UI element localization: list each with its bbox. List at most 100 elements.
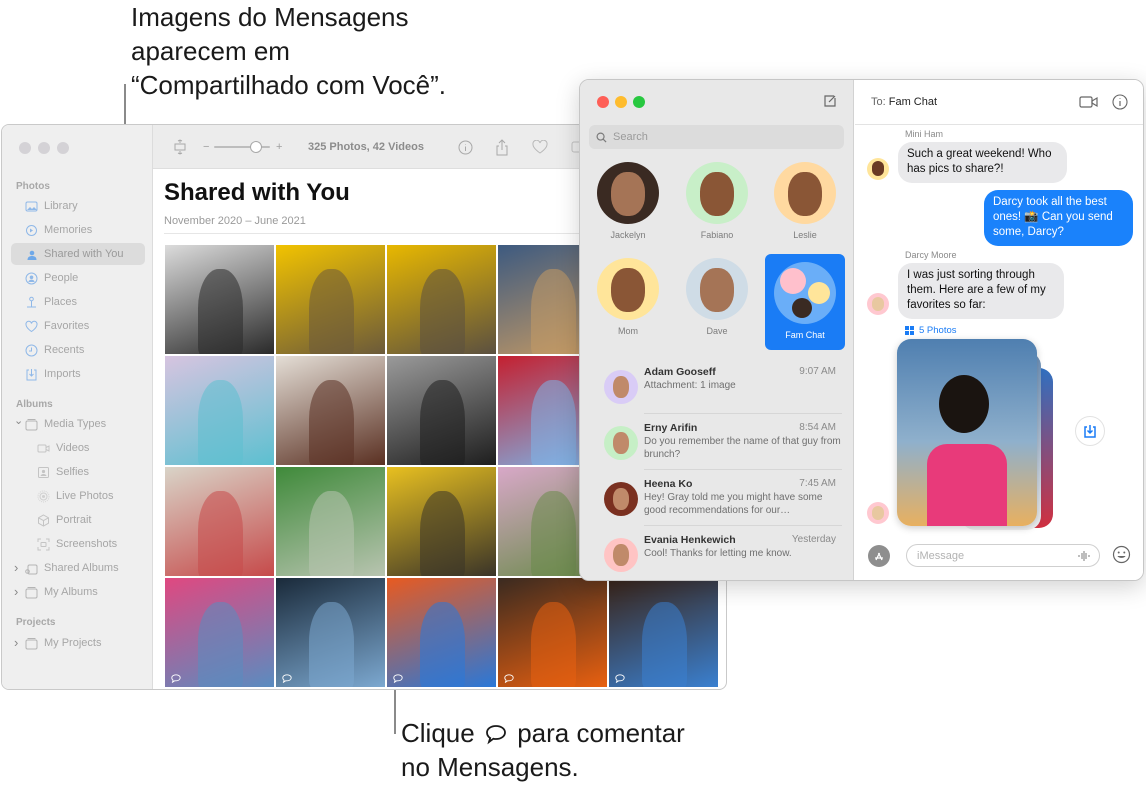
sidebar-item-my-projects[interactable]: › My Projects: [11, 632, 145, 654]
photo-subject-shape: [419, 379, 466, 465]
details-button[interactable]: [1112, 94, 1128, 115]
chevron-down-icon[interactable]: ⌄: [14, 414, 23, 427]
sidebar-item-label: Screenshots: [56, 538, 118, 550]
photo-tile-bw-woman-curls[interactable]: [387, 356, 496, 465]
photo-tile-family-beach[interactable]: [276, 578, 385, 687]
favorite-button[interactable]: [532, 125, 548, 169]
shared-with-you-icon-wrap: [24, 247, 38, 261]
photo-tile-yellow-bowl[interactable]: [387, 467, 496, 576]
photo-tile-bw-silhouette[interactable]: [165, 245, 274, 354]
sidebar-item-memories[interactable]: Memories: [11, 219, 145, 241]
info-icon: [1112, 94, 1128, 110]
photo-tile-man-orange-umbrella[interactable]: [498, 578, 607, 687]
pinned-conversation-dave[interactable]: Dave: [678, 258, 756, 336]
search-placeholder: Search: [613, 131, 648, 143]
callout-words-para-comentar: para comentar: [517, 718, 685, 748]
sidebar-item-library[interactable]: Library: [11, 195, 145, 217]
chevron-right-icon[interactable]: ›: [14, 635, 18, 650]
photo-tile-fruit-bowl[interactable]: [276, 356, 385, 465]
conversation-row[interactable]: Heena Ko 7:45 AM Hey! Gray told me you mig…: [594, 470, 842, 526]
photo-subject-shape: [308, 268, 355, 354]
pinned-conversation-mom[interactable]: Mom: [589, 258, 667, 336]
info-button[interactable]: [458, 125, 473, 169]
conversation-row[interactable]: Adam Gooseff 9:07 AM Attachment: 1 image: [594, 358, 842, 414]
photo-subject-shape: [197, 379, 244, 465]
photo-stack-front[interactable]: [897, 339, 1037, 526]
sidebar-item-shared-with-you[interactable]: Shared with You: [11, 243, 145, 265]
sidebar-item-videos[interactable]: Videos: [11, 437, 145, 459]
fit-toggle-button[interactable]: [173, 125, 187, 169]
pinned-name: Fabiano: [700, 230, 734, 240]
conversation-row[interactable]: Erny Arifin 8:54 AM Do you remember the na…: [594, 414, 842, 470]
zoom-slider-knob[interactable]: [250, 141, 262, 153]
save-photos-button[interactable]: [1075, 416, 1105, 446]
sidebar-item-live-photos[interactable]: Live Photos: [11, 485, 145, 507]
sidebar-item-recents[interactable]: Recents: [11, 339, 145, 361]
comment-icon[interactable]: [504, 674, 514, 683]
avatar: [774, 262, 836, 324]
sidebar-item-label: Memories: [44, 224, 93, 236]
chevron-right-icon[interactable]: ›: [14, 560, 18, 575]
photo-tile-child-splashing[interactable]: [387, 245, 496, 354]
close-button[interactable]: [19, 142, 31, 154]
app-store-icon: [875, 552, 883, 561]
sidebar-item-screenshots[interactable]: Screenshots: [11, 533, 145, 555]
minimize-button[interactable]: [38, 142, 50, 154]
photos-collection-link[interactable]: 5 Photos: [905, 325, 957, 336]
zoom-in-label[interactable]: +: [276, 125, 282, 169]
timestamp: Yesterday: [791, 534, 836, 545]
contact-name: Erny Arifin: [644, 422, 698, 434]
search-field[interactable]: Search: [589, 125, 844, 149]
sidebar-item-favorites[interactable]: Favorites: [11, 315, 145, 337]
people-icon-wrap: [24, 271, 38, 285]
comment-icon[interactable]: [282, 674, 292, 683]
zoom-out-label[interactable]: −: [203, 125, 209, 169]
photo-tile-floral-fabric[interactable]: [165, 356, 274, 465]
close-button[interactable]: [597, 96, 609, 108]
comment-icon[interactable]: [393, 674, 403, 683]
sidebar-item-places[interactable]: Places: [11, 291, 145, 313]
recipient-field[interactable]: To: Fam Chat: [871, 96, 937, 108]
pinned-conversation-fabiano[interactable]: Fabiano: [678, 162, 756, 240]
zoom-button[interactable]: [57, 142, 69, 154]
message-bubble-outgoing[interactable]: Darcy took all the best ones! 📸 Can you …: [984, 190, 1133, 246]
pinned-conversation-fam-chat[interactable]: Fam Chat: [765, 254, 845, 350]
compose-button[interactable]: [823, 94, 837, 108]
sidebar-item-imports[interactable]: Imports: [11, 363, 145, 385]
message-input[interactable]: iMessage: [906, 544, 1100, 567]
conversation-row[interactable]: Evania Henkewich Yesterday Cool! Thanks fo…: [594, 526, 842, 580]
sidebar-item-media-types[interactable]: ⌄ Media Types: [11, 413, 145, 435]
photo-tile-painted-poles[interactable]: [165, 467, 274, 576]
sidebar-item-portrait[interactable]: Portrait: [11, 509, 145, 531]
sidebar-item-selfies[interactable]: Selfies: [11, 461, 145, 483]
live-photo-icon-wrap: [36, 489, 50, 503]
photo-subject-shape: [197, 490, 244, 576]
message-bubble-incoming[interactable]: Such a great weekend! Who has pics to sh…: [898, 142, 1067, 183]
photo-tile-woman-sunset[interactable]: [165, 578, 274, 687]
message-bubble-incoming[interactable]: I was just sorting through them. Here ar…: [898, 263, 1064, 319]
sidebar-item-my-albums[interactable]: › My Albums: [11, 581, 145, 603]
photo-subject-shirt: [927, 444, 1007, 526]
emoji-button[interactable]: [1112, 545, 1131, 569]
minimize-button[interactable]: [615, 96, 627, 108]
facetime-button[interactable]: [1079, 95, 1099, 114]
photo-tile-leaves-glass[interactable]: [276, 467, 385, 576]
recipient-name: Fam Chat: [888, 96, 938, 108]
comment-icon[interactable]: [171, 674, 181, 683]
zoom-button[interactable]: [633, 96, 645, 108]
audio-waveform-icon[interactable]: [1077, 550, 1091, 562]
people-icon: [25, 272, 37, 284]
sidebar-item-shared-albums[interactable]: › Shared Albums: [11, 557, 145, 579]
app-store-button[interactable]: [868, 545, 890, 567]
chevron-right-icon[interactable]: ›: [14, 584, 18, 599]
photo-tile-boy-umbrella[interactable]: [387, 578, 496, 687]
comment-icon[interactable]: [615, 674, 625, 683]
pinned-conversation-leslie[interactable]: Leslie: [766, 162, 844, 240]
photo-tile-father-son[interactable]: [609, 578, 718, 687]
pinned-conversation-jackelyn[interactable]: Jackelyn: [589, 162, 667, 240]
share-button[interactable]: [495, 125, 509, 169]
speech-bubble-icon: [486, 725, 506, 745]
sidebar-item-people[interactable]: People: [11, 267, 145, 289]
section-photos: Photos: [16, 181, 50, 192]
photo-tile-child-yellow-float[interactable]: [276, 245, 385, 354]
